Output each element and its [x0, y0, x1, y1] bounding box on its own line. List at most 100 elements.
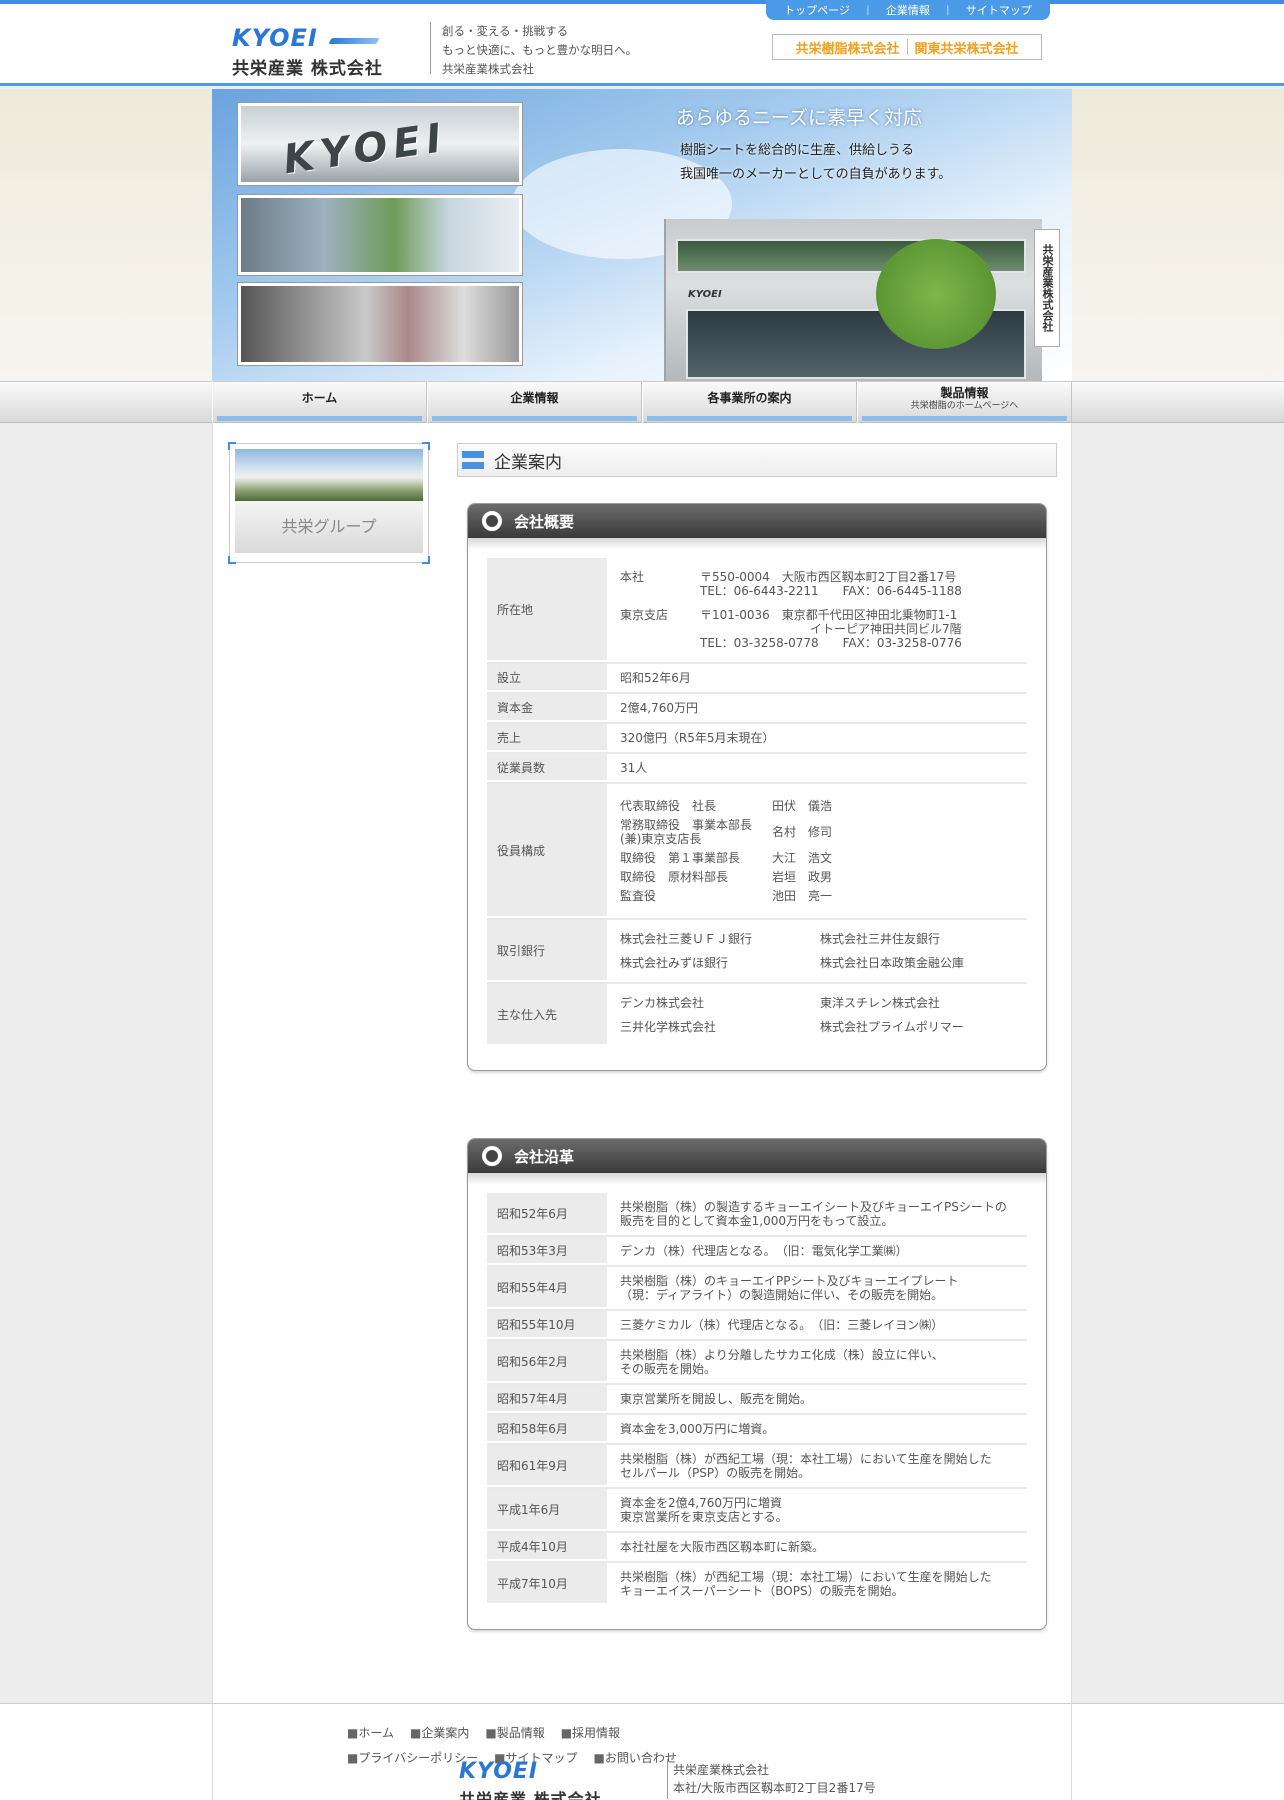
group-link-kanto-kyoei[interactable]: 関東共栄株式会社: [908, 38, 1026, 57]
address-lines: 〒550-0004 大阪市西区靱本町2丁目2番17号 TEL：06-6443-2…: [700, 570, 1017, 598]
address-line: TEL：06-6443-2211 FAX：06-6445-1188: [700, 584, 962, 598]
table-row: 昭和55年4月 共栄樹脂（株）のキョーエイPPシート及びキョーエイプレート （現：…: [487, 1267, 1027, 1311]
hero-thumb-sign: KYOEI: [238, 103, 522, 185]
row-value: 昭和52年6月: [620, 671, 691, 685]
footer-link-label: 製品情報: [496, 1726, 545, 1740]
gnav-label: ホーム: [301, 391, 338, 405]
site-header: KYOEI 共栄産業 株式会社 創る・変える・挑戦する もっと快適に、もっと豊か…: [0, 4, 1284, 86]
sidebar-banner-label: 共栄グループ: [235, 501, 423, 553]
gnav-label: 製品情報: [940, 386, 989, 400]
hero-subtext-line: 我国唯一のメーカーとしての自負があります。: [680, 167, 952, 182]
group-link-kyoei-jushi[interactable]: 共栄樹脂株式会社: [788, 38, 906, 57]
footer-logo-jp: 共栄産業 株式会社: [459, 1790, 602, 1800]
table-row: 昭和55年10月 三菱ケミカル（株）代理店となる。 （旧：三菱レイヨン㈱）: [487, 1311, 1027, 1341]
officer-item: 常務取締役 事業本部長 (兼)東京支店長 名村 修司: [620, 818, 1017, 846]
page-body: 共栄グループ 企業案内 会社概要 所在地 本社 〒550-0004 大阪市西区靱…: [212, 423, 1072, 1703]
suppliers-list: デンカ株式会社 東洋スチレン株式会社 三井化学株式会社 株式会社プライムポリマー: [610, 984, 1030, 1046]
ring-icon: [482, 1146, 502, 1166]
history-date: 昭和58年6月: [487, 1415, 607, 1443]
square-bullet-icon: ■: [347, 1726, 359, 1740]
top-nav-company[interactable]: 企業情報: [886, 2, 930, 18]
footer-link[interactable]: ■採用情報: [561, 1721, 620, 1746]
banks-list: 株式会社三菱ＵＦＪ銀行 株式会社三井住友銀行 株式会社みずほ銀行 株式会社日本政…: [610, 920, 1030, 982]
bank-item: 株式会社みずほ銀行: [620, 956, 729, 970]
footer-link[interactable]: ■ホーム: [347, 1721, 394, 1746]
row-label: 資本金: [487, 694, 607, 722]
square-bullet-icon: ■: [409, 1726, 422, 1740]
main-content: 企業案内: [457, 443, 1057, 477]
banks-grid: 株式会社三菱ＵＦＪ銀行 株式会社三井住友銀行 株式会社みずほ銀行 株式会社日本政…: [620, 932, 1020, 970]
hero-building-photo: KYOEI 共栄産業株式会社: [664, 219, 1060, 381]
row-label: 所在地: [487, 558, 607, 662]
page-title: 企業案内: [494, 452, 562, 473]
address-line: イトーピア神田共同ビル7階: [810, 622, 962, 636]
table-row: 昭和57年4月 東京営業所を開設し、販売を開始。: [487, 1385, 1027, 1415]
history-date: 昭和57年4月: [487, 1385, 607, 1413]
officer-name: 名村 修司: [772, 825, 833, 839]
officer-name: 大江 浩文: [772, 851, 833, 865]
overview-table: 所在地 本社 〒550-0004 大阪市西区靱本町2丁目2番17号 TEL：06…: [468, 550, 1046, 1070]
footer-link[interactable]: ■製品情報: [485, 1721, 544, 1746]
history-date: 昭和55年4月: [487, 1267, 607, 1309]
address-lines: 〒101-0036 東京都千代田区神田北乗物町1-1 イトーピア神田共同ビル7階…: [700, 608, 1017, 650]
bank-item: 株式会社三菱ＵＦＪ銀行: [620, 932, 753, 946]
officer-name: 池田 亮一: [772, 889, 833, 903]
gnav-home[interactable]: ホーム: [212, 381, 427, 423]
top-nav-toppage[interactable]: トップページ: [784, 2, 850, 18]
table-row: 平成1年6月 資本金を2億4,760万円に増資 東京営業所を東京支店とする。: [487, 1489, 1027, 1533]
banner-corner: [228, 556, 236, 564]
hero-subtext-line: 樹脂シートを総合的に生産、供給しうる: [680, 143, 915, 158]
history-event: 三菱ケミカル（株）代理店となる。 （旧：三菱レイヨン㈱）: [620, 1318, 944, 1332]
gnav-products[interactable]: 製品情報 共栄樹脂のホームページへ: [857, 381, 1072, 423]
top-nav-separator: |: [946, 4, 950, 16]
history-event: 共栄樹脂（株）より分離したサカエ化成（株）設立に伴い、 その販売を開始。: [620, 1348, 944, 1376]
gnav-company[interactable]: 企業情報: [427, 381, 642, 423]
tagline-line: 共栄産業株式会社: [442, 62, 534, 76]
banner-corner: [422, 556, 430, 564]
footer-link[interactable]: ■企業案内: [410, 1721, 469, 1746]
panel-heading: 会社沿革: [514, 1147, 575, 1166]
header-divider: [430, 22, 431, 74]
supplier-item: 株式会社プライムポリマー: [820, 1020, 964, 1034]
thumb-sign-text: KYOEI: [280, 114, 451, 184]
supplier-item: 東洋スチレン株式会社: [820, 996, 941, 1010]
row-label: 取引銀行: [487, 920, 607, 982]
bank-item: 株式会社日本政策金融公庫: [820, 956, 965, 970]
site-logo[interactable]: KYOEI 共栄産業 株式会社: [232, 24, 412, 79]
row-label: 売上: [487, 724, 607, 752]
table-row: 取引銀行 株式会社三菱ＵＦＪ銀行 株式会社三井住友銀行 株式会社みずほ銀行 株式…: [487, 920, 1027, 984]
officer-item: 監査役 池田 亮一: [620, 889, 1017, 903]
officer-role: 常務取締役 事業本部長 (兼)東京支店長: [620, 818, 753, 846]
gnav-offices[interactable]: 各事業所の案内: [642, 381, 857, 423]
footer-logo[interactable]: KYOEI 共栄産業 株式会社: [459, 1759, 602, 1800]
row-value: 31人: [620, 761, 648, 775]
top-nav-sitemap[interactable]: サイトマップ: [966, 2, 1032, 18]
hero-banner: KYOEI あらゆるニーズに素早く対応 樹脂シートを総合的に生産、供給しうる 我…: [212, 89, 1072, 381]
global-nav: ホーム 企業情報 各事業所の案内 製品情報 共栄樹脂のホームページへ: [212, 381, 1072, 423]
gnav-label: 企業情報: [510, 391, 559, 405]
history-event: 本社社屋を大阪市西区靱本町に新築。: [620, 1540, 825, 1554]
table-row: 従業員数 31人: [487, 754, 1027, 784]
gnav-label: 各事業所の案内: [707, 391, 792, 405]
officer-name: 田伏 儀浩: [772, 799, 833, 813]
footer-address-block: 共栄産業株式会社 本社/大阪市西区靱本町2丁目2番17号: [673, 1761, 876, 1797]
hero-subtext: 樹脂シートを総合的に生産、供給しうる 我国唯一のメーカーとしての自負があります。: [680, 139, 951, 187]
tree-shape: [876, 239, 996, 349]
page-title-bar: 企業案内: [457, 443, 1057, 477]
sidebar-group-banner[interactable]: 共栄グループ: [228, 442, 430, 564]
address-label: 東京支店: [620, 608, 669, 622]
address-line: 〒550-0004 大阪市西区靱本町2丁目2番17号: [700, 570, 957, 584]
table-row: 昭和56年2月 共栄樹脂（株）より分離したサカエ化成（株）設立に伴い、 その販売を…: [487, 1341, 1027, 1385]
officer-role: 代表取締役 社長: [620, 799, 717, 813]
officer-item: 取締役 第１事業部長 大江 浩文: [620, 851, 1017, 865]
officer-role: 監査役: [620, 889, 657, 903]
footer-link[interactable]: ■お問い合わせ: [593, 1746, 676, 1771]
history-date: 昭和56年2月: [487, 1341, 607, 1383]
tokyo-branch-address: 東京支店 〒101-0036 東京都千代田区神田北乗物町1-1 イトーピア神田共…: [620, 608, 1017, 650]
row-label: 主な仕入先: [487, 984, 607, 1046]
address-label: 本社: [620, 570, 645, 584]
footer-divider: [667, 1759, 668, 1799]
history-event: 共栄樹脂（株）が西紀工場（現：本社工場）において生産を開始した セルパール（PS…: [620, 1452, 992, 1480]
top-utility-nav: トップページ | 企業情報 | サイトマップ: [766, 0, 1050, 20]
tagline-line: もっと快適に、もっと豊かな明日へ。: [442, 43, 638, 57]
